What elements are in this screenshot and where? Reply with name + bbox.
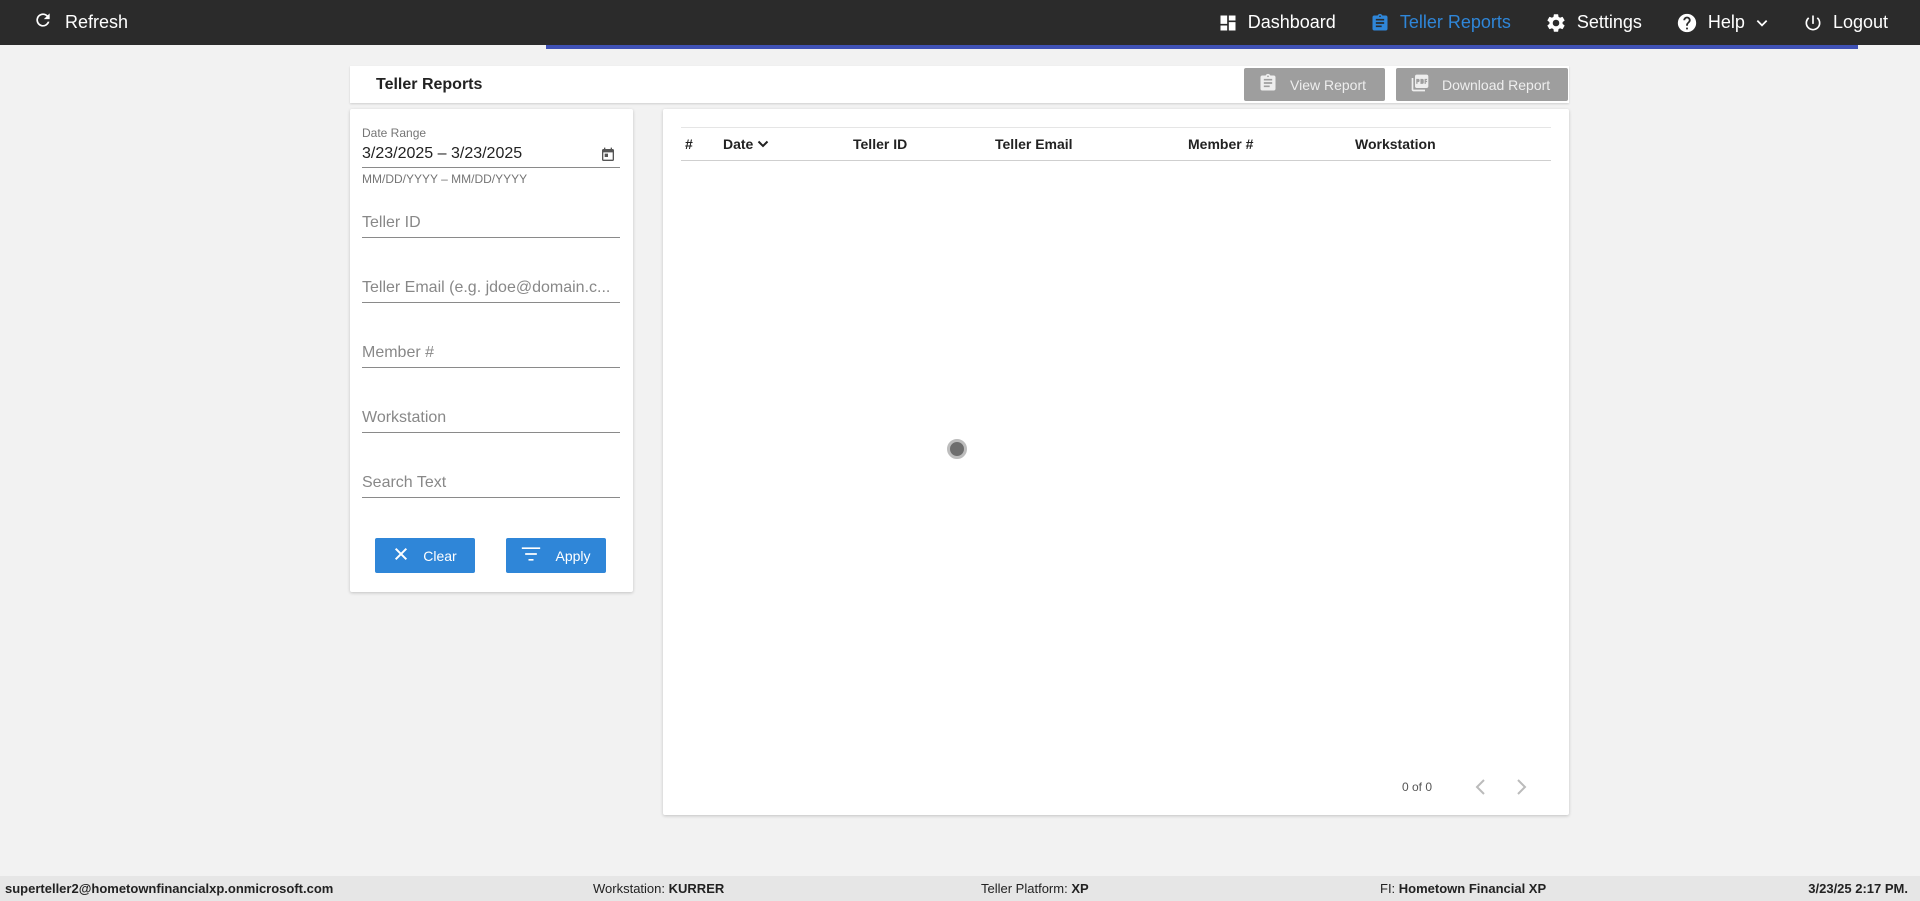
pdf-icon bbox=[1410, 73, 1430, 96]
column-header-number[interactable]: # bbox=[685, 128, 693, 160]
apply-label: Apply bbox=[555, 547, 591, 564]
nav-teller-reports-label: Teller Reports bbox=[1399, 12, 1511, 32]
nav-help[interactable]: Help bbox=[1659, 0, 1786, 45]
column-header-teller-email[interactable]: Teller Email bbox=[995, 128, 1073, 160]
pager-range: 0 of 0 bbox=[1402, 780, 1433, 794]
clear-label: Clear bbox=[423, 547, 457, 564]
refresh-button[interactable]: Refresh bbox=[33, 0, 128, 45]
clipboard-icon bbox=[1258, 73, 1278, 96]
column-header-date[interactable]: Date bbox=[723, 128, 769, 160]
footer-user: superteller2@hometownfinancialxp.onmicro… bbox=[5, 881, 334, 896]
workstation-input[interactable] bbox=[362, 403, 620, 433]
page-header: Teller Reports View Report Download Repo… bbox=[350, 66, 1569, 103]
power-icon bbox=[1803, 13, 1823, 33]
calendar-icon[interactable] bbox=[600, 147, 616, 168]
teller-id-input[interactable] bbox=[362, 208, 620, 238]
view-report-label: View Report bbox=[1290, 76, 1367, 93]
column-header-teller-id[interactable]: Teller ID bbox=[853, 128, 907, 160]
filter-icon bbox=[521, 546, 541, 565]
chevron-down-icon bbox=[1755, 16, 1769, 30]
nav-logout-label: Logout bbox=[1832, 12, 1888, 32]
nav-dashboard-label: Dashboard bbox=[1247, 12, 1336, 32]
footer-platform-label: Teller Platform: bbox=[981, 881, 1068, 896]
teller-email-input[interactable] bbox=[362, 273, 620, 303]
download-report-button[interactable]: Download Report bbox=[1396, 68, 1568, 101]
apply-button[interactable]: Apply bbox=[506, 538, 606, 573]
view-report-button[interactable]: View Report bbox=[1244, 68, 1385, 101]
close-icon bbox=[393, 546, 409, 565]
nav-dashboard[interactable]: Dashboard bbox=[1201, 0, 1353, 45]
gear-icon bbox=[1545, 12, 1567, 34]
date-range-hint: MM/DD/YYYY – MM/DD/YYYY bbox=[362, 172, 528, 186]
nav-settings[interactable]: Settings bbox=[1528, 0, 1659, 45]
table-header: # Date Teller ID Teller Email Member # W… bbox=[681, 127, 1551, 161]
refresh-icon bbox=[33, 10, 53, 35]
nav-settings-label: Settings bbox=[1576, 12, 1642, 32]
footer-platform: Teller Platform: XP bbox=[981, 876, 1089, 901]
sort-desc-icon bbox=[757, 138, 769, 150]
status-bar: superteller2@hometownfinancialxp.onmicro… bbox=[0, 876, 1920, 901]
column-header-workstation[interactable]: Workstation bbox=[1355, 128, 1436, 160]
help-circle-icon bbox=[1676, 12, 1698, 34]
main-nav: Dashboard Teller Reports Settings Help L… bbox=[1201, 0, 1920, 45]
page-title: Teller Reports bbox=[376, 76, 483, 93]
member-number-input[interactable] bbox=[362, 338, 620, 368]
date-range-value[interactable]: 3/23/2025 – 3/23/2025 bbox=[362, 145, 620, 163]
footer-datetime: 3/23/25 2:17 PM. bbox=[1808, 881, 1908, 896]
date-range-label: Date Range bbox=[362, 126, 427, 140]
column-header-date-label: Date bbox=[723, 136, 754, 152]
results-panel: # Date Teller ID Teller Email Member # W… bbox=[663, 109, 1569, 815]
date-range-field[interactable]: Date Range 3/23/2025 – 3/23/2025 MM/DD/Y… bbox=[362, 126, 620, 186]
column-header-member[interactable]: Member # bbox=[1188, 128, 1253, 160]
footer-workstation-value: KURRER bbox=[668, 881, 725, 896]
dashboard-icon bbox=[1218, 13, 1238, 33]
chevron-left-icon bbox=[1474, 779, 1488, 801]
chevron-right-icon bbox=[1514, 779, 1528, 801]
active-nav-underline bbox=[546, 45, 1858, 49]
loading-spinner bbox=[947, 439, 967, 459]
clipboard-icon bbox=[1370, 13, 1390, 33]
footer-fi-label: FI: bbox=[1380, 881, 1396, 896]
search-text-input[interactable] bbox=[362, 468, 620, 498]
download-report-label: Download Report bbox=[1442, 76, 1551, 93]
top-navbar: Refresh Dashboard Teller Reports Setting… bbox=[0, 0, 1920, 45]
nav-teller-reports[interactable]: Teller Reports bbox=[1353, 0, 1528, 45]
footer-fi-value: Hometown Financial XP bbox=[1398, 881, 1547, 896]
clear-button[interactable]: Clear bbox=[375, 538, 475, 573]
pager-next-button[interactable] bbox=[1514, 777, 1528, 802]
footer-fi: FI: Hometown Financial XP bbox=[1380, 876, 1546, 901]
footer-workstation: Workstation: KURRER bbox=[593, 876, 724, 901]
pager-previous-button[interactable] bbox=[1474, 777, 1488, 802]
footer-workstation-label: Workstation: bbox=[593, 881, 666, 896]
filter-panel: Date Range 3/23/2025 – 3/23/2025 MM/DD/Y… bbox=[350, 109, 633, 592]
nav-logout[interactable]: Logout bbox=[1786, 0, 1920, 45]
footer-platform-value: XP bbox=[1071, 881, 1089, 896]
nav-help-label: Help bbox=[1707, 12, 1745, 32]
refresh-label: Refresh bbox=[65, 12, 129, 32]
